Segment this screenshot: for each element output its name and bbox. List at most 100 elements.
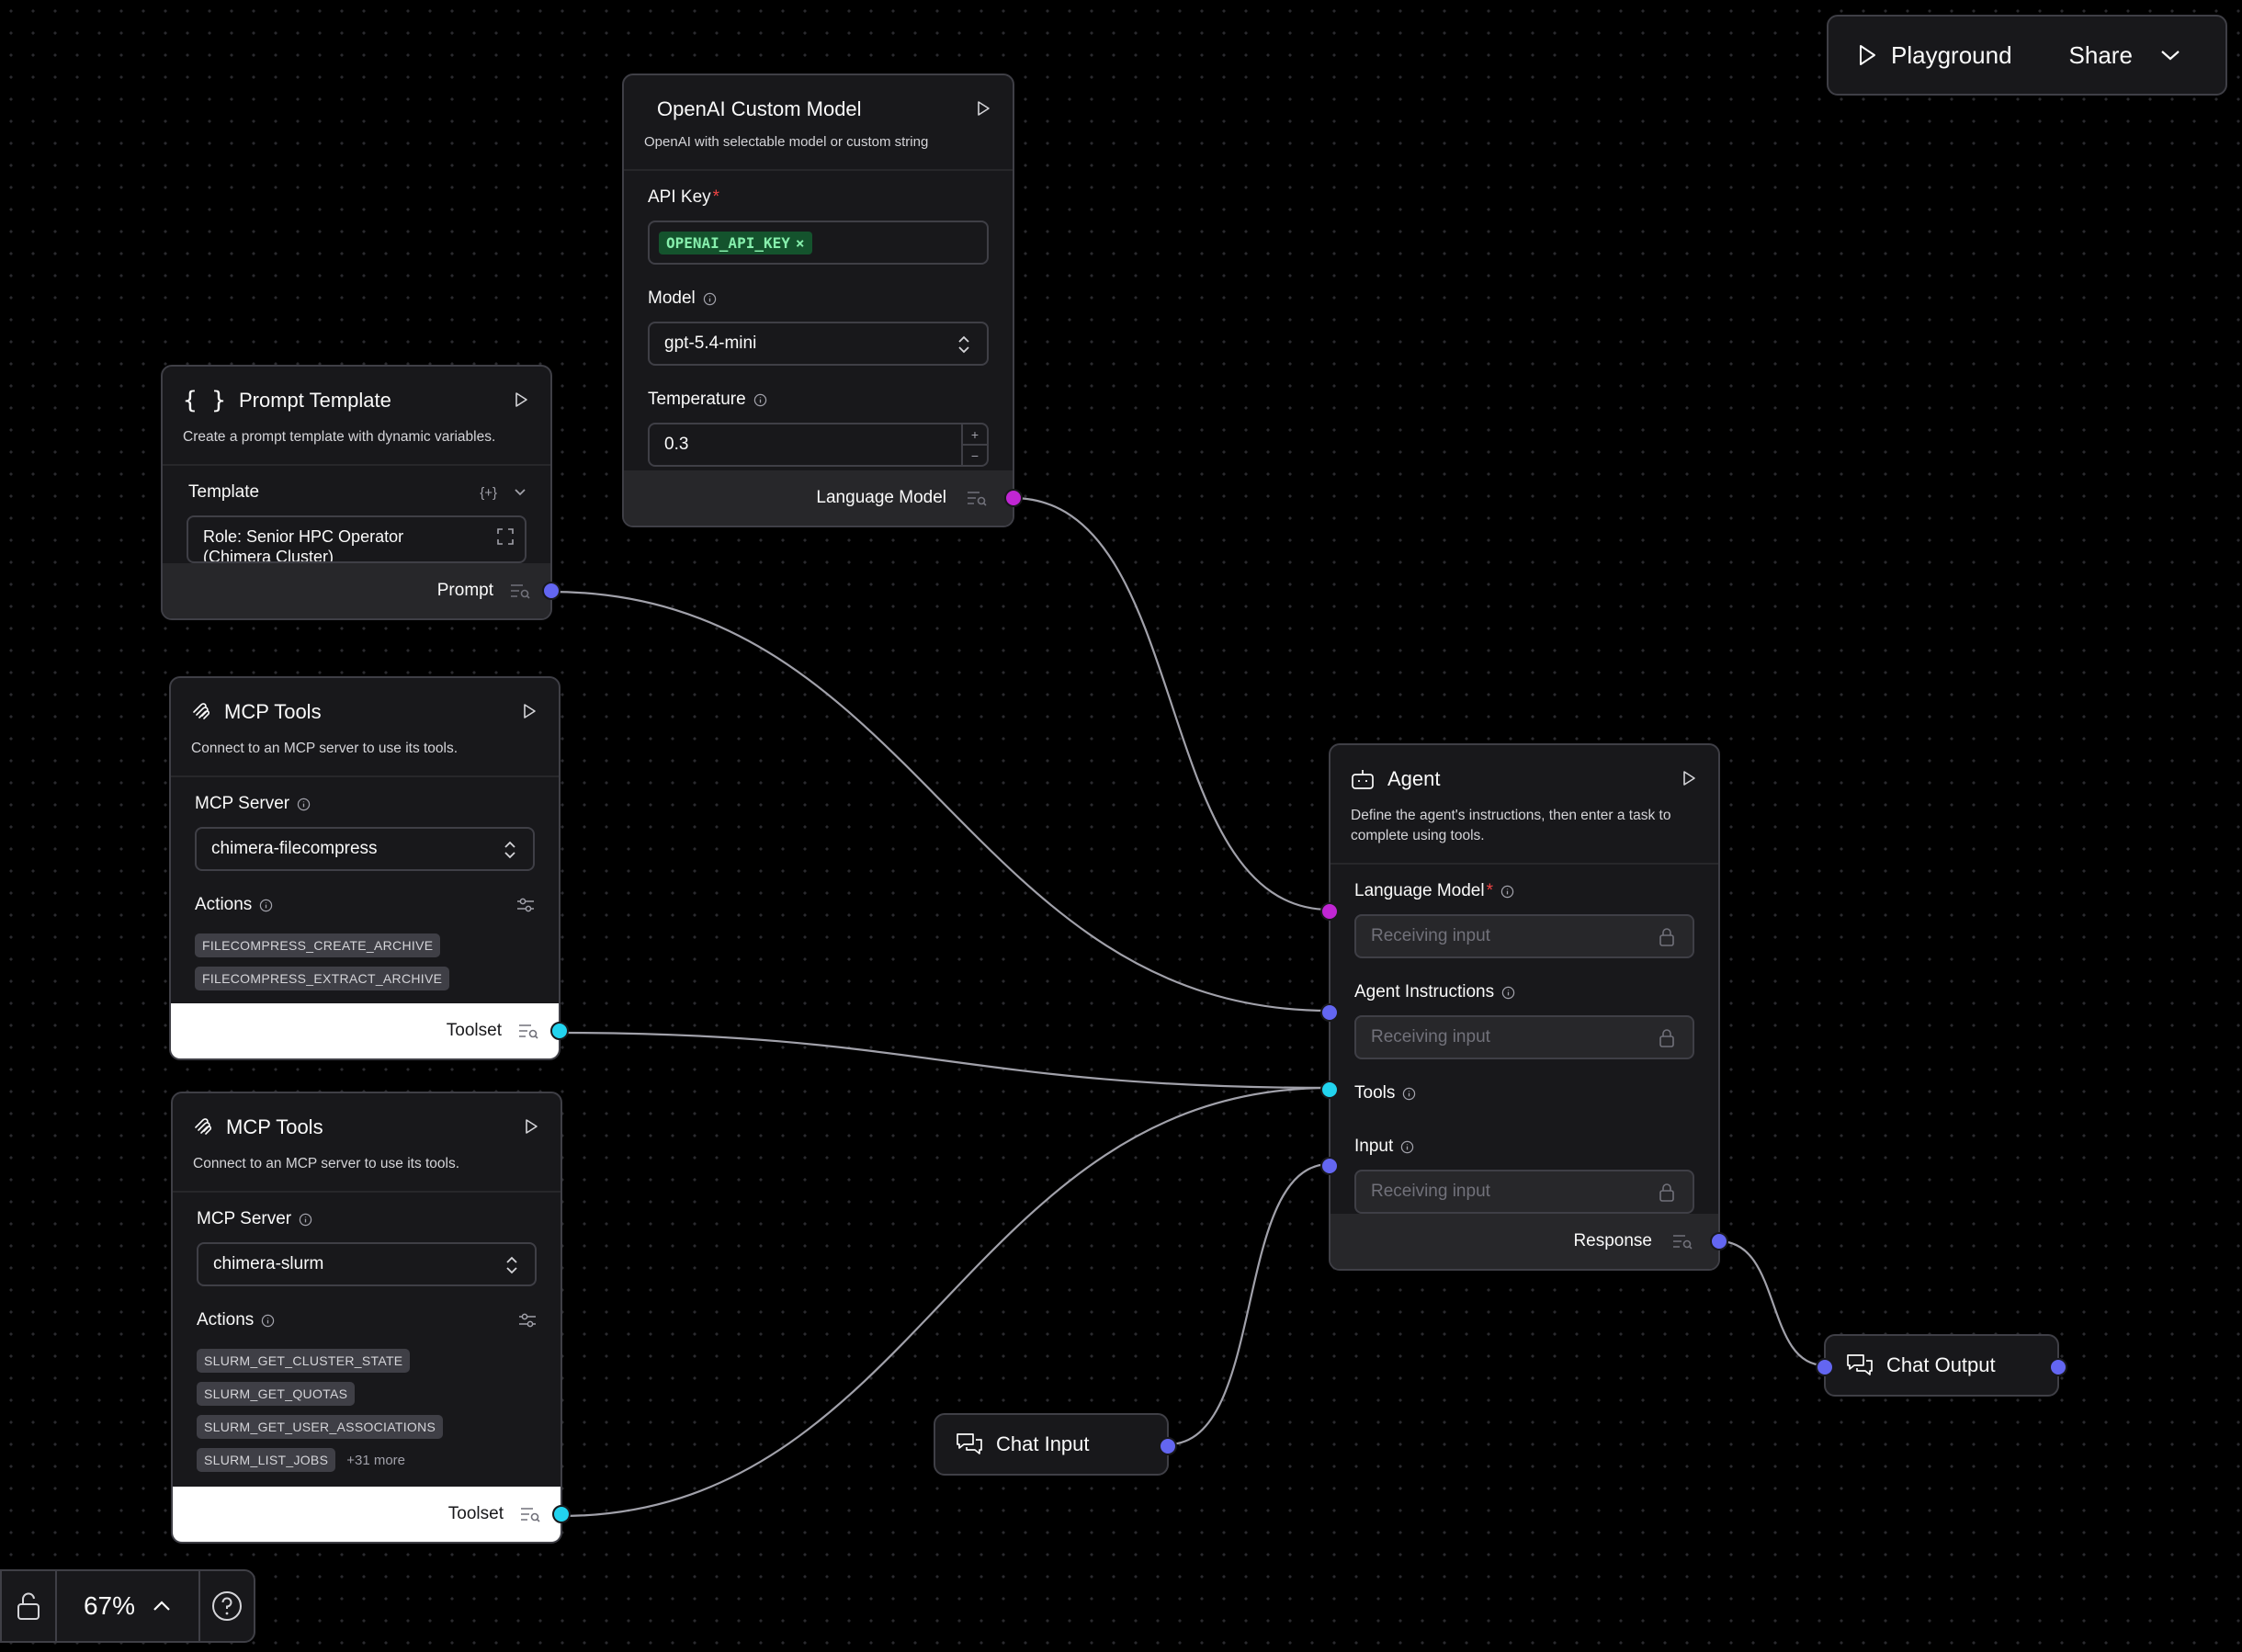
chat-input-output-handle[interactable] [1159,1437,1177,1455]
template-text: Role: Senior HPC Operator (Chimera Clust… [203,527,404,563]
lock-icon [1659,928,1674,946]
prompt-output-row: Prompt [163,563,550,618]
receiving-placeholder: Receiving input [1371,1027,1490,1047]
inspect-output-icon[interactable] [510,582,530,600]
sliders-icon[interactable] [518,1312,537,1329]
template-textarea[interactable]: Role: Senior HPC Operator (Chimera Clust… [187,515,527,563]
inspect-output-icon[interactable] [520,1505,540,1523]
inspect-output-icon[interactable] [967,489,987,507]
task-input: Receiving input [1354,1170,1694,1214]
playground-button[interactable]: Playground [1856,41,2012,70]
response-output-row: Response [1330,1214,1718,1269]
add-variable-icon[interactable]: {+} [480,485,497,501]
increment-button[interactable]: + [963,424,987,446]
help-button[interactable] [200,1571,254,1641]
model-label: Model [648,289,696,308]
inspect-output-icon[interactable] [518,1022,538,1040]
mcp-tools-node-filecompress[interactable]: MCP Tools Connect to an MCP server to us… [169,676,569,1060]
mcp-server-label: MCP Server [195,794,290,813]
chevron-up-icon [153,1601,170,1611]
tools-input-handle[interactable] [1320,1081,1339,1099]
chat-icon [1847,1354,1873,1375]
mcp-server-select[interactable]: chimera-filecompress [195,827,535,871]
agent-node[interactable]: Agent Define the agent's instructions, t… [1320,743,1728,1271]
stepper: + − [961,424,987,465]
toolset-output-handle[interactable] [550,1022,569,1040]
mcp-server-select[interactable]: chimera-slurm [197,1242,537,1286]
actions-list: SLURM_GET_CLUSTER_STATE SLURM_GET_QUOTAS… [197,1349,537,1481]
chat-icon [957,1433,982,1454]
chat-input-node[interactable]: Chat Input [934,1413,1177,1476]
sliders-icon[interactable] [516,897,535,913]
language-model-label: Language Model [1354,881,1485,900]
lock-canvas-button[interactable] [2,1571,57,1641]
chevron-down-icon[interactable] [514,488,527,497]
mcp-server-label: MCP Server [197,1209,292,1228]
share-label: Share [2068,40,2133,69]
language-model-input-handle[interactable] [1320,902,1339,921]
prompt-template-node[interactable]: { } Prompt Template Create a prompt temp… [161,365,560,620]
chevron-down-icon [2161,51,2180,61]
info-icon [299,1213,312,1226]
language-model-input: Receiving input [1354,914,1694,958]
prompt-output-handle[interactable] [542,582,560,600]
node-title: MCP Tools [224,700,322,723]
info-icon [753,393,766,406]
action-badge[interactable]: SLURM_LIST_JOBS [197,1448,336,1472]
lock-icon [1659,1029,1674,1047]
openai-model-node[interactable]: OpenAI Custom Model OpenAI with selectab… [622,74,1023,527]
info-icon [297,798,311,810]
response-output-handle[interactable] [1710,1232,1728,1250]
lock-icon [1659,1183,1674,1202]
temperature-value: 0.3 [664,435,689,454]
actions-label: Actions [197,1310,255,1330]
toolset-output-handle[interactable] [552,1505,571,1523]
action-badge[interactable]: SLURM_GET_USER_ASSOCIATIONS [197,1415,444,1439]
node-title: OpenAI Custom Model [657,97,862,120]
action-badge[interactable]: FILECOMPRESS_CREATE_ARCHIVE [195,933,441,957]
remove-tag-icon[interactable]: × [796,234,805,252]
play-icon[interactable] [1680,769,1698,787]
input-label: Input [1354,1137,1394,1156]
node-title: Chat Input [996,1432,1090,1455]
play-icon[interactable] [974,99,992,118]
agent-instructions-input-handle[interactable] [1320,1003,1339,1022]
language-model-output-row: Language Model [624,470,1013,526]
edge-toolset-1 [558,1031,1330,1090]
output-label: Language Model [816,488,946,507]
expand-icon[interactable] [497,528,514,545]
task-input-handle[interactable] [1320,1157,1339,1175]
tools-label: Tools [1354,1083,1396,1103]
model-select[interactable]: gpt-5.4-mini [648,322,989,366]
playground-label: Playground [1891,40,2012,69]
share-button[interactable]: Share [2069,41,2182,70]
play-icon[interactable] [512,390,530,409]
chat-output-input-handle[interactable] [1816,1358,1834,1376]
chevron-up-down-icon [504,841,515,859]
chat-output-node[interactable]: Chat Output [1816,1334,2067,1397]
actions-list: FILECOMPRESS_CREATE_ARCHIVE FILECOMPRESS… [195,933,535,1000]
action-badge[interactable]: FILECOMPRESS_EXTRACT_ARCHIVE [195,967,450,990]
canvas-controls: 67% [0,1569,255,1643]
decrement-button[interactable]: − [963,446,987,465]
mcp-tools-node-slurm[interactable]: MCP Tools Connect to an MCP server to us… [171,1092,571,1544]
info-icon [262,1314,275,1327]
edge-chat-input [1167,1162,1330,1446]
zoom-control[interactable]: 67% [57,1571,200,1641]
more-actions-link[interactable]: +31 more [346,1453,405,1468]
play-icon[interactable] [522,1117,540,1136]
chevron-up-down-icon [506,1256,517,1274]
play-icon[interactable] [520,702,538,720]
api-key-field[interactable]: OPENAI_API_KEY × [648,221,989,265]
edge-prompt [549,590,1330,1013]
node-description: Connect to an MCP server to use its tool… [191,741,459,756]
action-badge[interactable]: SLURM_GET_QUOTAS [197,1382,356,1406]
toolset-output-row: Toolset [173,1487,560,1542]
action-badge[interactable]: SLURM_GET_CLUSTER_STATE [197,1349,411,1373]
actions-label: Actions [195,895,253,914]
language-model-output-handle[interactable] [1004,489,1023,507]
inspect-output-icon[interactable] [1672,1232,1693,1250]
chat-output-output-handle[interactable] [2049,1358,2067,1376]
temperature-input[interactable]: 0.3 + − [648,423,989,467]
chevron-up-down-icon [958,335,969,354]
